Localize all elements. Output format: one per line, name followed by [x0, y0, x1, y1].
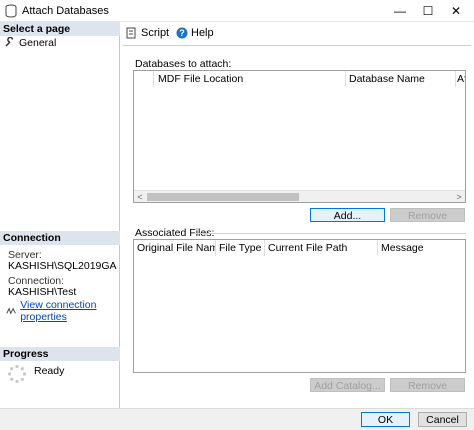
left-pane: Select a page General Connection Server:… — [0, 22, 120, 408]
cancel-button[interactable]: Cancel — [418, 412, 467, 427]
help-icon: ? — [176, 27, 188, 39]
horizontal-scrollbar[interactable]: < > — [134, 190, 465, 202]
wrench-icon — [5, 37, 14, 47]
help-button[interactable]: ? Help — [176, 26, 214, 40]
script-button[interactable]: Script ▼ — [126, 26, 183, 40]
add-button[interactable]: Add... — [310, 208, 385, 222]
progress-spinner-icon — [7, 364, 27, 384]
column-header-select[interactable] — [134, 71, 154, 87]
server-value: KASHISH\SQL2019GA — [8, 260, 117, 272]
connection-icon — [6, 307, 16, 315]
select-page-header: Select a page — [0, 22, 120, 36]
maximize-button[interactable]: ☐ — [414, 0, 442, 22]
column-header-file-type[interactable]: File Type — [216, 240, 265, 256]
view-connection-properties[interactable]: View connection properties — [6, 299, 119, 323]
remove-button[interactable]: Remove — [390, 208, 465, 222]
connection-header: Connection — [0, 231, 120, 245]
svg-text:?: ? — [179, 28, 185, 38]
remove-file-button[interactable]: Remove — [390, 378, 465, 392]
database-icon — [5, 4, 17, 18]
title-bar: Attach Databases — ☐ ✕ — [0, 0, 474, 22]
page-item-label: General — [19, 36, 57, 49]
scroll-right-icon[interactable]: > — [453, 191, 465, 203]
dialog-footer: OK Cancel — [0, 408, 474, 430]
page-item-general[interactable]: General — [4, 36, 56, 49]
toolbar-divider — [123, 45, 471, 46]
column-header-mdf-location[interactable]: MDF File Location — [155, 71, 346, 87]
add-catalog-button[interactable]: Add Catalog... — [310, 378, 385, 392]
connection-value: KASHISH\Test — [8, 286, 77, 298]
close-button[interactable]: ✕ — [442, 0, 470, 22]
associated-files-grid[interactable]: Original File Name File Type Current Fil… — [133, 239, 466, 373]
scroll-left-icon[interactable]: < — [134, 191, 146, 203]
column-header-database-name[interactable]: Database Name — [346, 71, 456, 87]
scrollbar-thumb[interactable] — [147, 193, 299, 201]
column-header-attach-as[interactable]: Af — [456, 71, 465, 87]
window-title: Attach Databases — [22, 5, 109, 17]
associated-files-divider — [194, 233, 466, 234]
progress-status: Ready — [34, 365, 65, 377]
view-connection-properties-link[interactable]: View connection properties — [20, 299, 119, 323]
column-header-message[interactable]: Message — [378, 240, 465, 256]
databases-grid[interactable]: MDF File Location Database Name Af < > — [133, 70, 466, 203]
script-label: Script — [141, 27, 170, 39]
ok-button[interactable]: OK — [361, 412, 410, 427]
progress-header: Progress — [0, 347, 120, 361]
column-header-current-file-path[interactable]: Current File Path — [265, 240, 378, 256]
minimize-button[interactable]: — — [386, 0, 414, 22]
column-header-original-file-name[interactable]: Original File Name — [134, 240, 216, 256]
databases-label: Databases to attach: — [135, 58, 232, 70]
script-icon — [126, 27, 136, 39]
help-label: Help — [191, 27, 214, 39]
